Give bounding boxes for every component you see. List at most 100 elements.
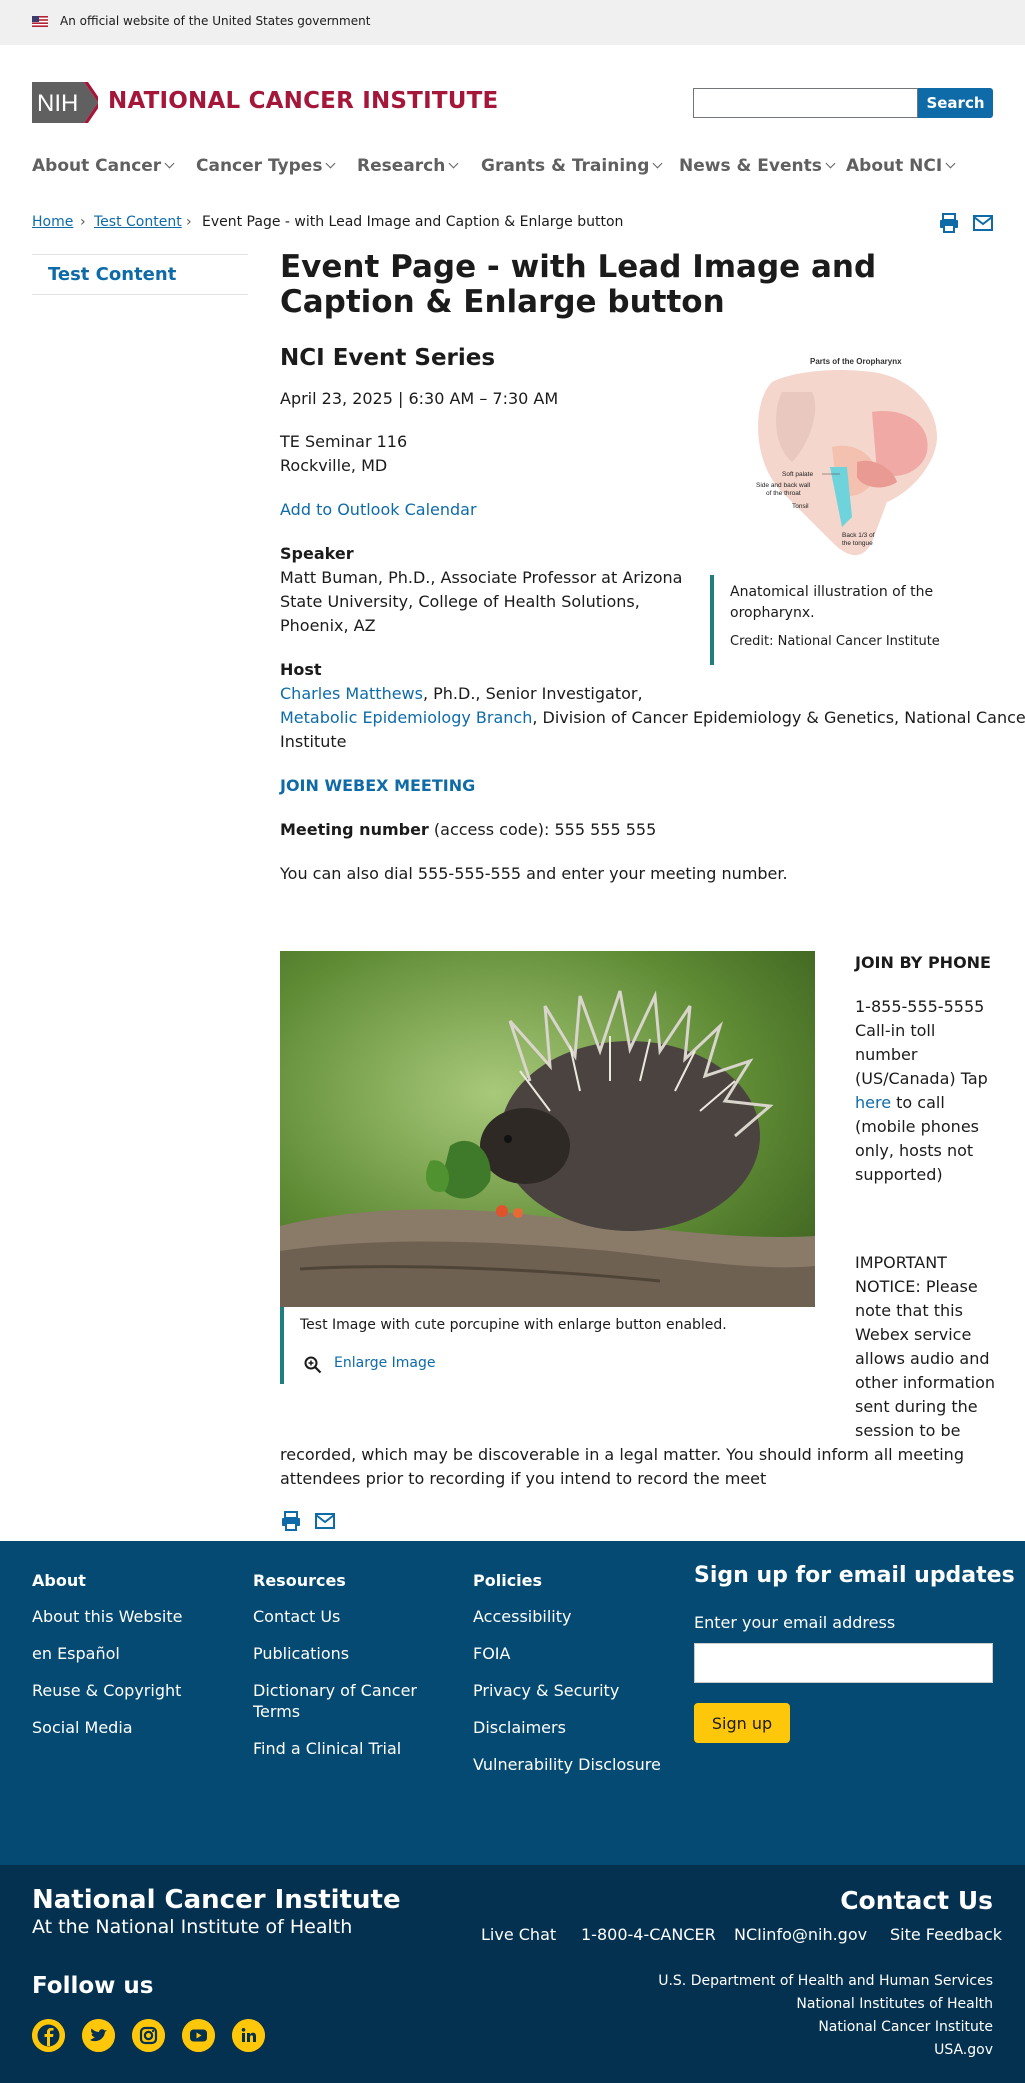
signup-title: Sign up for email updates [694,1563,1015,1588]
nav-about-nci[interactable]: About NCI [846,156,956,176]
linkedin-icon[interactable] [232,2019,265,2052]
host-title: , Ph.D., Senior Investigator, [422,684,643,703]
footer-link-about-website[interactable]: About this Website [32,1606,182,1627]
signup-label: Enter your email address [694,1613,896,1632]
label-side-wall-2: of the throat [766,490,801,497]
phone-line-3: number [855,1045,918,1064]
signup-button[interactable]: Sign up [694,1703,790,1743]
oropharynx-illustration[interactable]: Parts of the Oropharynx Soft palate Side… [712,352,982,572]
host-name-link[interactable]: Charles Matthews [280,684,423,703]
footer-link-disclaimers[interactable]: Disclaimers [473,1717,566,1738]
footer-agency-nih[interactable]: National Institutes of Health [796,1996,993,2012]
nav-cancer-types[interactable]: Cancer Types [196,156,336,176]
label-tongue-2: the tongue [842,540,873,547]
footer-live-chat-link[interactable]: Live Chat [481,1925,556,1944]
breadcrumb-separator-icon: › [80,214,86,230]
label-tonsil: Tonsil [792,503,809,510]
footer-link-dictionary-line2[interactable]: Terms [253,1701,300,1722]
email-icon[interactable] [314,1510,336,1532]
porcupine-caption: Test Image with cute porcupine with enla… [280,1307,815,1384]
notice-line-2: NOTICE: Please [855,1277,978,1296]
youtube-icon[interactable] [182,2019,215,2052]
speaker-line2: State University, College of Health Solu… [280,592,640,611]
host-branch-link[interactable]: Metabolic Epidemiology Branch [280,708,532,727]
enlarge-image-label: Enlarge Image [334,1355,436,1371]
footer-email-link[interactable]: NCIinfo@nih.gov [734,1925,867,1944]
nav-news-events[interactable]: News & Events [679,156,836,176]
host-line1: Charles Matthews, Ph.D., Senior Investig… [280,682,643,706]
porcupine-image[interactable] [280,951,815,1307]
site-title[interactable]: NATIONAL CANCER INSTITUTE [108,88,498,114]
footer-agency-usagov[interactable]: USA.gov [934,2042,993,2058]
page-title: Event Page - with Lead Image and Caption… [280,249,877,320]
sidebar-nav: Test Content [32,254,248,295]
footer-link-accessibility[interactable]: Accessibility [473,1606,571,1627]
chevron-down-icon [825,158,836,169]
footer-feedback-link[interactable]: Site Feedback [890,1925,1002,1944]
footer-agency-nci[interactable]: National Cancer Institute [818,2019,993,2035]
meeting-number-value: (access code): 555 555 555 [428,820,657,839]
footer-link-publications[interactable]: Publications [253,1643,349,1664]
facebook-icon[interactable] [32,2019,65,2052]
add-to-calendar-link[interactable]: Add to Outlook Calendar [280,498,477,522]
footer-phone-link[interactable]: 1-800-4-CANCER [581,1925,716,1944]
notice-line-4: Webex service [855,1325,972,1344]
notice-line-3: note that this [855,1301,963,1320]
sidebar-item-test-content[interactable]: Test Content [48,264,176,285]
footer-link-vulnerability[interactable]: Vulnerability Disclosure [473,1754,661,1775]
footer-link-foia[interactable]: FOIA [473,1643,510,1664]
footer-org-subtitle: At the National Institute of Health [32,1916,353,1938]
chevron-down-icon [652,158,663,169]
label-side-wall-1: Side and back wall [756,482,811,489]
search-button[interactable]: Search [918,88,993,118]
gov-banner: An official website of the United States… [0,0,1025,45]
host-division: , Division of Cancer Epidemiology & Gene… [532,708,1025,727]
footer-link-dictionary-line1[interactable]: Dictionary of Cancer [253,1680,417,1701]
caption-text: Anatomical illustration of the oropharyn… [730,584,934,621]
search-input[interactable] [693,88,918,118]
print-icon[interactable] [280,1510,302,1532]
notice-line-6: other information [855,1373,996,1392]
footer-org-title: National Cancer Institute [32,1885,401,1915]
notice-line-1: IMPORTANT [855,1253,947,1272]
nih-logo[interactable]: NIH [32,82,98,123]
host-institute: Institute [280,732,347,751]
instagram-icon[interactable] [132,2019,165,2052]
print-icon[interactable] [938,212,960,234]
label-soft-palate: Soft palate [782,471,813,478]
meeting-number: Meeting number (access code): 555 555 55… [280,818,656,842]
email-signup-input[interactable] [694,1643,993,1683]
host-line2: Metabolic Epidemiology Branch, Division … [280,706,1025,730]
tap-here-link[interactable]: here [855,1093,891,1112]
nav-about-cancer[interactable]: About Cancer [32,156,175,176]
email-icon[interactable] [972,212,994,234]
gov-banner-text: An official website of the United States… [60,14,371,28]
footer-link-clinical-trial[interactable]: Find a Clinical Trial [253,1738,401,1759]
breadcrumb-test-content[interactable]: Test Content [94,214,182,230]
join-webex-link[interactable]: JOIN WEBEX MEETING [280,774,475,798]
twitter-icon[interactable] [82,2019,115,2052]
breadcrumb-separator-icon: › [186,214,192,230]
nav-grants-training[interactable]: Grants & Training [481,156,663,176]
event-location-line2: Rockville, MD [280,456,388,475]
footer-link-espanol[interactable]: en Español [32,1643,120,1664]
notice-tail-1: recorded, which may be discoverable in a… [280,1445,964,1464]
footer-link-social-media[interactable]: Social Media [32,1717,133,1738]
phone-line-1: 1-855-555-5555 [855,997,985,1016]
notice-line-5: allows audio and [855,1349,990,1368]
footer-link-reuse-copyright[interactable]: Reuse & Copyright [32,1680,181,1701]
host-label: Host [280,660,322,679]
caption-credit: Credit: National Cancer Institute [730,634,940,649]
breadcrumb-current: Event Page - with Lead Image and Caption… [202,214,624,230]
breadcrumb-home[interactable]: Home [32,214,73,230]
chevron-down-icon [325,158,336,169]
footer-link-contact-us[interactable]: Contact Us [253,1606,340,1627]
footer-policies-heading: Policies [473,1571,543,1590]
follow-us-heading: Follow us [32,1973,154,1999]
event-location-line1: TE Seminar 116 [280,432,408,451]
nav-research[interactable]: Research [357,156,459,176]
footer-agency-hhs[interactable]: U.S. Department of Health and Human Serv… [658,1973,993,1989]
phone-line-6: (mobile phones [855,1117,979,1136]
phone-line-5: here to call [855,1093,945,1112]
footer-link-privacy-security[interactable]: Privacy & Security [473,1680,619,1701]
